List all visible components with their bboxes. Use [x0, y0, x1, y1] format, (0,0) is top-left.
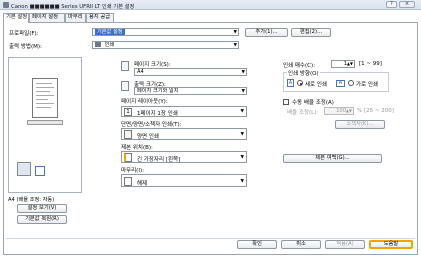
finishing-icon	[124, 177, 132, 186]
page-layout-value: 1페이지 1장 인쇄	[137, 111, 178, 117]
chevron-down-icon: ▼	[240, 179, 244, 184]
page-size-value: A4	[137, 69, 144, 75]
binding-margin-button[interactable]: 제본 여백(G)...	[283, 154, 382, 163]
scaling-range: % [25 ~ 200]	[357, 108, 394, 114]
binding-location-select[interactable]: 긴 가장자리 [왼쪽] ▼	[121, 151, 247, 163]
profile-label: 프로파일(F):	[9, 31, 39, 37]
output-method-label: 출력 방법(M):	[9, 44, 42, 50]
duplex-value: 양면 인쇄	[137, 134, 159, 140]
printer-preview-icon	[17, 162, 31, 176]
copies-range: [1 ~ 99]	[359, 61, 382, 67]
binding-location-value: 긴 가장자리 [왼쪽]	[137, 157, 181, 163]
duplex-icon	[124, 130, 132, 139]
tab-basic-settings[interactable]: 기본 설정	[3, 13, 29, 23]
page-size-icon	[121, 61, 129, 71]
apply-button[interactable]: 적용(A)	[325, 240, 365, 249]
duplex-label: 단면/양면/소책자 인쇄(T):	[121, 122, 182, 128]
finishing-value: 해제	[137, 181, 148, 187]
chevron-down-icon: ▼	[240, 155, 244, 160]
scaling-value: 100	[336, 108, 346, 114]
page-layout-select[interactable]: 1 1페이지 1장 인쇄 ▼	[121, 106, 247, 117]
binding-location-label: 제본 위치(B):	[121, 145, 153, 151]
landscape-radio[interactable]	[348, 80, 354, 86]
tab-paper-source[interactable]: 용지 공급	[86, 13, 114, 22]
scaling-sub-label: 배율 조정(L):	[287, 110, 319, 116]
manual-scaling-label: 수동 배율 조정(A)	[292, 100, 334, 106]
page-size-select[interactable]: A4 ▼	[134, 68, 247, 76]
page-layout-label: 페이지 레이아웃(Y):	[121, 99, 168, 105]
output-size-select[interactable]: 페이지 크기와 일치 ▼	[134, 87, 247, 95]
manual-scaling-checkbox[interactable]	[283, 99, 289, 105]
layout-1up-icon: 1	[124, 108, 132, 116]
output-method-select[interactable]: 인쇄 ▼	[92, 41, 239, 49]
landscape-label: 가로 인쇄	[356, 82, 378, 88]
copies-label: 인쇄 매수(C):	[283, 63, 315, 69]
tab-page-setup[interactable]: 페이지 설정	[29, 13, 65, 22]
page-size-label: 페이지 크기(S):	[134, 62, 171, 68]
cancel-button[interactable]: 취소	[281, 240, 321, 249]
print-preferences-window: Canon ■■■■■■ Series UFRII LT 인쇄 기본 설정 ? …	[0, 0, 421, 258]
chevron-down-icon: ▼	[233, 43, 237, 48]
page-preview	[32, 78, 58, 118]
portrait-label: 세로 인쇄	[305, 82, 327, 88]
chevron-down-icon: ▼	[241, 70, 245, 75]
footer-divider	[6, 238, 415, 239]
chevron-down-icon: ▼	[241, 89, 245, 94]
landscape-icon: A	[336, 80, 345, 87]
paper-stack-shadow	[27, 120, 63, 125]
restore-defaults-button[interactable]: 기본값 복원(R)	[17, 215, 67, 224]
ok-button[interactable]: 확인	[237, 240, 277, 249]
profile-select[interactable]: 기본값 설정 ▼	[92, 28, 239, 36]
tab-finishing[interactable]: 마무리	[65, 13, 86, 22]
duplex-preview-icon	[35, 166, 45, 176]
printer-icon	[3, 2, 9, 8]
settings-view-button[interactable]: 설정 보기(V)	[17, 204, 67, 213]
portrait-radio[interactable]	[297, 80, 303, 86]
preview-caption: A4 (배율 조정: 자동)	[8, 197, 55, 203]
finishing-label: 마무리(I):	[121, 168, 144, 174]
window-title: Canon ■■■■■■ Series UFRII LT 인쇄 기본 설정	[11, 4, 135, 10]
output-size-icon	[121, 81, 129, 91]
title-bar: Canon ■■■■■■ Series UFRII LT 인쇄 기본 설정 ? …	[0, 0, 421, 10]
chevron-down-icon: ▼	[240, 109, 244, 114]
close-window-button[interactable]: ×	[399, 1, 415, 8]
binding-icon	[124, 153, 132, 162]
help-titlebar-button[interactable]: ?	[386, 1, 397, 8]
finishing-select[interactable]: 해제 ▼	[121, 174, 247, 187]
portrait-icon: A	[287, 79, 294, 87]
duplex-select[interactable]: 양면 인쇄 ▼	[121, 128, 247, 140]
spin-arrows-icon[interactable]: ▲▼	[347, 61, 353, 67]
profile-edit-button[interactable]: 편집(2)...	[291, 28, 331, 37]
output-method-value: 인쇄	[104, 42, 115, 48]
printer-icon	[95, 42, 101, 47]
scaling-input[interactable]: 100 ▲▼	[324, 107, 354, 115]
spin-arrows-icon[interactable]: ▲▼	[346, 108, 352, 114]
tab-content-panel: 프로파일(F): 기본값 설정 ▼ 추가(1)... 편집(2)... 출력 방…	[3, 22, 418, 255]
profile-value: 기본값 설정	[95, 29, 125, 35]
profile-add-button[interactable]: 추가(1)...	[245, 28, 288, 37]
booklet-button[interactable]: 소책자(K)...	[335, 120, 385, 129]
orientation-label: 인쇄 방향(O)	[287, 69, 320, 77]
copies-input[interactable]: 1 ▲▼	[331, 60, 355, 68]
chevron-down-icon: ▼	[240, 132, 244, 137]
help-button[interactable]: 도움말	[369, 240, 413, 249]
chevron-down-icon: ▼	[233, 30, 237, 35]
preview-panel	[8, 57, 82, 193]
output-size-value: 페이지 크기와 일치	[137, 88, 179, 94]
